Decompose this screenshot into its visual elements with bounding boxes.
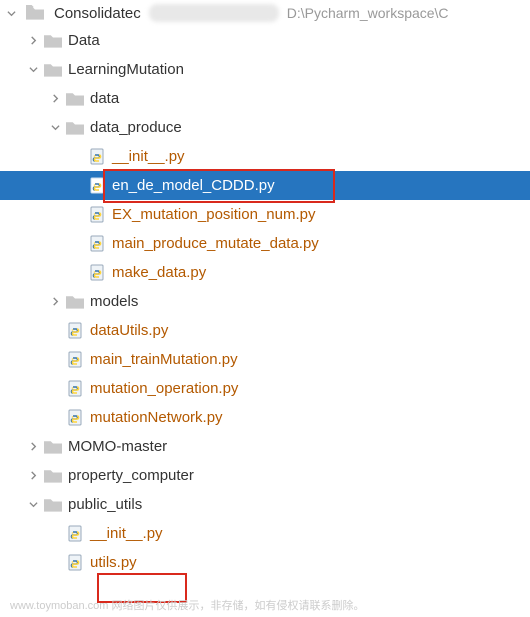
- python-file-icon: [88, 177, 106, 195]
- folder-icon: [66, 90, 84, 108]
- tree-item-label: public_utils: [68, 496, 142, 513]
- folder-data[interactable]: Data: [0, 26, 530, 55]
- folder-property-computer[interactable]: property_computer: [0, 461, 530, 490]
- chevron-down-icon[interactable]: [26, 65, 40, 74]
- tree-item-label: property_computer: [68, 467, 194, 484]
- python-file-icon: [88, 148, 106, 166]
- folder-icon: [44, 438, 62, 456]
- tree-item-label: utils.py: [90, 554, 137, 571]
- folder-icon: [26, 4, 44, 22]
- folder-icon: [44, 496, 62, 514]
- tree-item-label: LearningMutation: [68, 61, 184, 78]
- tree-item-label: main_produce_mutate_data.py: [112, 235, 319, 252]
- tree-item-label: EX_mutation_position_num.py: [112, 206, 315, 223]
- tree-item-label: mutation_operation.py: [90, 380, 238, 397]
- tree-item-label: data: [90, 90, 119, 107]
- chevron-down-icon[interactable]: [4, 9, 18, 18]
- chevron-down-icon[interactable]: [26, 500, 40, 509]
- folder-icon: [66, 119, 84, 137]
- python-file-icon: [66, 554, 84, 572]
- project-tree[interactable]: Data LearningMutation data data_produce __in…: [0, 26, 530, 577]
- folder-icon: [44, 61, 62, 79]
- file-init[interactable]: __init__.py: [0, 142, 530, 171]
- python-file-icon: [66, 351, 84, 369]
- file-mutation-net[interactable]: mutationNetwork.py: [0, 403, 530, 432]
- folder-public-utils[interactable]: public_utils: [0, 490, 530, 519]
- folder-icon: [44, 32, 62, 50]
- python-file-icon: [66, 380, 84, 398]
- file-main-produce[interactable]: main_produce_mutate_data.py: [0, 229, 530, 258]
- tree-item-label: en_de_model_CDDD.py: [112, 177, 275, 194]
- tree-item-label: MOMO-master: [68, 438, 167, 455]
- folder-learning-mutation[interactable]: LearningMutation: [0, 55, 530, 84]
- root-path: D:\Pycharm_workspace\C: [287, 5, 449, 21]
- chevron-right-icon[interactable]: [48, 297, 62, 306]
- file-mutation-op[interactable]: mutation_operation.py: [0, 374, 530, 403]
- file-utils[interactable]: utils.py: [0, 548, 530, 577]
- blurred-region: [149, 4, 279, 22]
- python-file-icon: [88, 235, 106, 253]
- python-file-icon: [66, 409, 84, 427]
- tree-item-label: data_produce: [90, 119, 182, 136]
- file-make-data[interactable]: make_data.py: [0, 258, 530, 287]
- tree-item-label: main_trainMutation.py: [90, 351, 238, 368]
- folder-momo[interactable]: MOMO-master: [0, 432, 530, 461]
- python-file-icon: [88, 206, 106, 224]
- file-data-utils[interactable]: dataUtils.py: [0, 316, 530, 345]
- tree-item-label: dataUtils.py: [90, 322, 168, 339]
- tree-item-label: make_data.py: [112, 264, 206, 281]
- chevron-right-icon[interactable]: [26, 36, 40, 45]
- file-pu-init[interactable]: __init__.py: [0, 519, 530, 548]
- chevron-right-icon[interactable]: [26, 442, 40, 451]
- chevron-down-icon[interactable]: [48, 123, 62, 132]
- tree-item-label: mutationNetwork.py: [90, 409, 223, 426]
- chevron-right-icon[interactable]: [26, 471, 40, 480]
- file-main-train[interactable]: main_trainMutation.py: [0, 345, 530, 374]
- python-file-icon: [66, 525, 84, 543]
- folder-icon: [44, 467, 62, 485]
- python-file-icon: [88, 264, 106, 282]
- tree-item-label: __init__.py: [90, 525, 163, 542]
- file-en-de-model[interactable]: en_de_model_CDDD.py: [0, 171, 530, 200]
- folder-data-produce[interactable]: data_produce: [0, 113, 530, 142]
- root-name: Consolidatec: [54, 5, 141, 22]
- tree-item-label: Data: [68, 32, 100, 49]
- tree-item-label: __init__.py: [112, 148, 185, 165]
- file-ex-mutation[interactable]: EX_mutation_position_num.py: [0, 200, 530, 229]
- tree-item-label: models: [90, 293, 138, 310]
- project-root-header[interactable]: Consolidatec D:\Pycharm_workspace\C: [0, 0, 530, 26]
- folder-lm-data[interactable]: data: [0, 84, 530, 113]
- chevron-right-icon[interactable]: [48, 94, 62, 103]
- python-file-icon: [66, 322, 84, 340]
- watermark-text: www.toymoban.com 网络图片仅供展示，非存储，如有侵权请联系删除。: [10, 597, 520, 613]
- folder-icon: [66, 293, 84, 311]
- folder-models[interactable]: models: [0, 287, 530, 316]
